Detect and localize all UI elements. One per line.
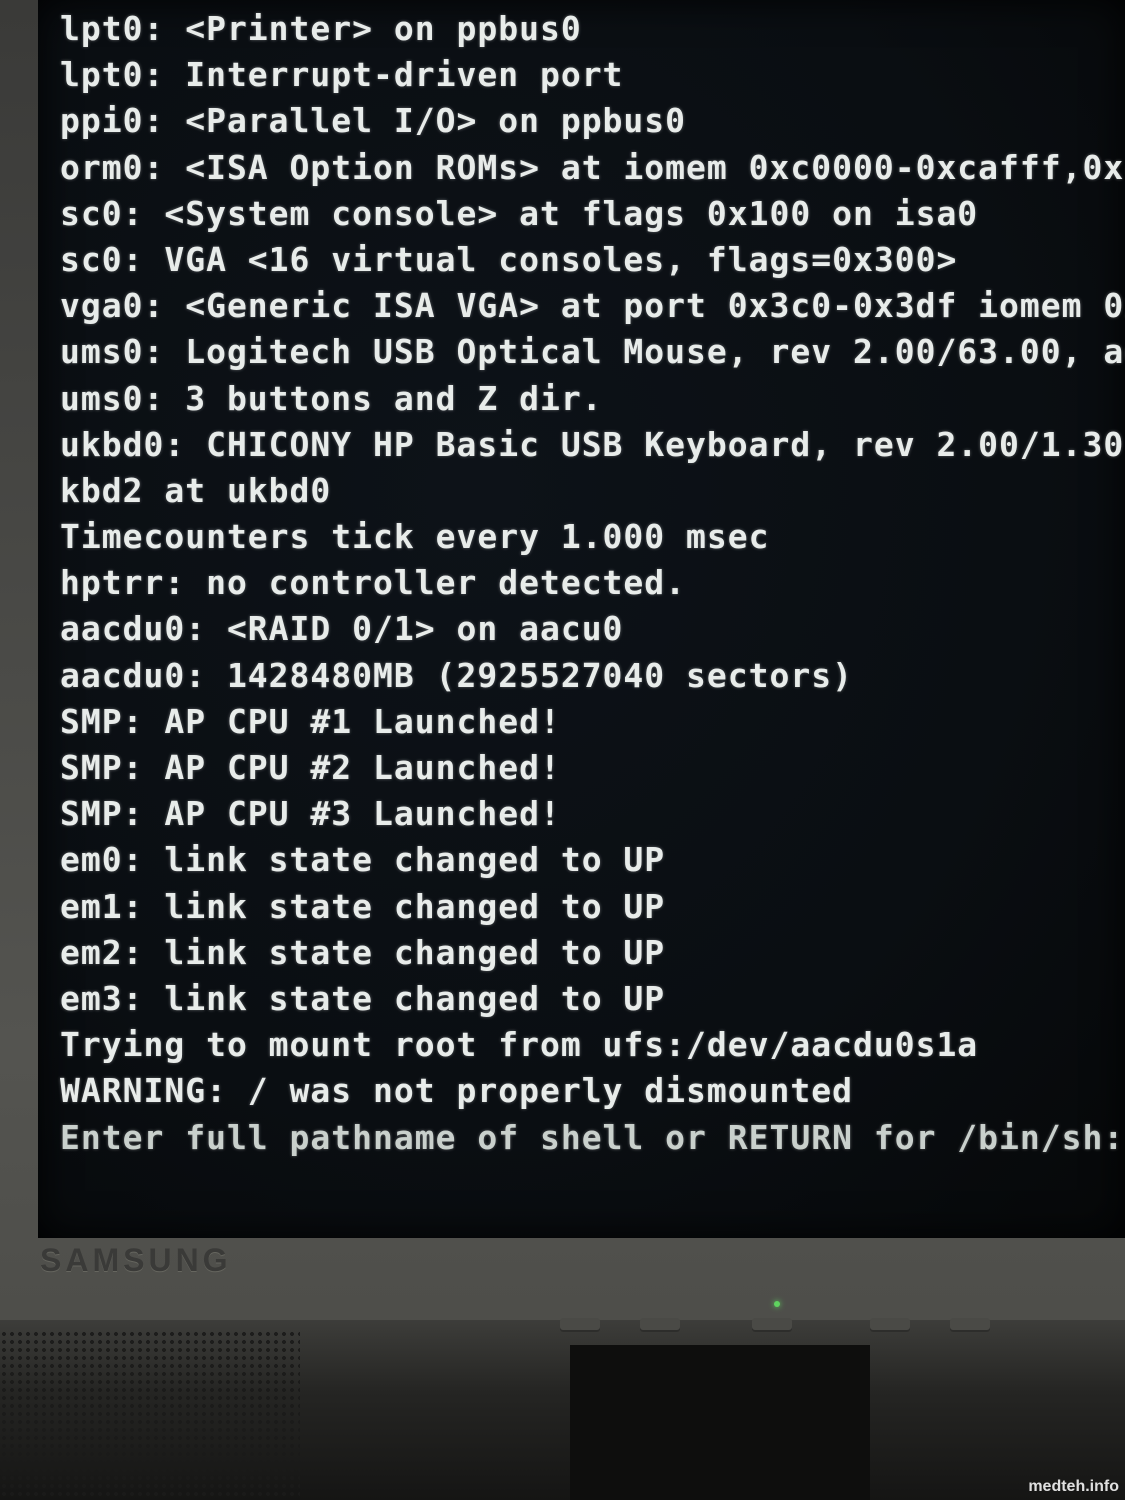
console-line: vga0: <Generic ISA VGA> at port 0x3c0-0x… <box>60 286 1125 326</box>
monitor-brand-logo: SAMSUNG <box>40 1242 232 1278</box>
console-line: SMP: AP CPU #3 Launched! <box>60 794 561 834</box>
console-line: aacdu0: 1428480MB (2925527040 sectors) <box>60 655 853 695</box>
shell-prompt: Enter full pathname of shell or RETURN f… <box>60 1117 1125 1157</box>
console-line: lpt0: <Printer> on ppbus0 <box>60 9 582 48</box>
console-line: Trying to mount root from ufs:/dev/aacdu… <box>60 1025 979 1065</box>
watermark: medteh.info <box>1028 1478 1119 1495</box>
console-line: SMP: AP CPU #1 Launched! <box>60 701 561 741</box>
console-line: em0: link state changed to UP <box>60 840 666 880</box>
console-line: em3: link state changed to UP <box>60 978 666 1018</box>
terminal-screen[interactable]: lpt0: <Printer> on ppbus0 lpt0: Interrup… <box>38 0 1125 1238</box>
console-line: ukbd0: CHICONY HP Basic USB Keyboard, re… <box>60 424 1125 464</box>
console-line: ppi0: <Parallel I/O> on ppbus0 <box>60 101 687 141</box>
console-line: sc0: VGA <16 virtual consoles, flags=0x3… <box>60 239 958 279</box>
console-line: aacdu0: <RAID 0/1> on aacu0 <box>60 609 624 649</box>
monitor-adjust-button[interactable] <box>640 1318 680 1332</box>
console-line: hptrr: no controller detected. <box>60 563 687 603</box>
console-line: orm0: <ISA Option ROMs> at iomem 0xc0000… <box>60 147 1125 187</box>
monitor-brightness-button[interactable] <box>870 1318 910 1332</box>
console-line: em2: link state changed to UP <box>60 932 666 972</box>
shell-prompt-line[interactable]: Enter full pathname of shell or RETURN f… <box>60 1115 1125 1161</box>
monitor-stand <box>570 1345 870 1500</box>
console-line: Timecounters tick every 1.000 msec <box>60 517 770 557</box>
console-line: kbd2 at ukbd0 <box>60 470 332 510</box>
console-line: SMP: AP CPU #2 Launched! <box>60 748 561 787</box>
console-line: lpt0: Interrupt-driven port <box>60 55 624 95</box>
console-line: WARNING: / was not properly dismounted <box>60 1071 853 1111</box>
console-line: sc0: <System console> at flags 0x100 on … <box>60 193 979 233</box>
power-led-icon <box>774 1301 780 1307</box>
console-output: lpt0: <Printer> on ppbus0 lpt0: Interrup… <box>60 6 1125 1161</box>
console-line: em1: link state changed to UP <box>60 886 666 926</box>
console-line: ums0: Logitech USB Optical Mouse, rev 2.… <box>60 332 1125 372</box>
console-line: ums0: 3 buttons and Z dir. <box>60 378 603 418</box>
monitor-power-button[interactable] <box>752 1318 792 1332</box>
speaker-grille <box>0 1330 300 1500</box>
monitor-auto-button[interactable] <box>950 1318 990 1332</box>
monitor-menu-button[interactable] <box>560 1318 600 1332</box>
